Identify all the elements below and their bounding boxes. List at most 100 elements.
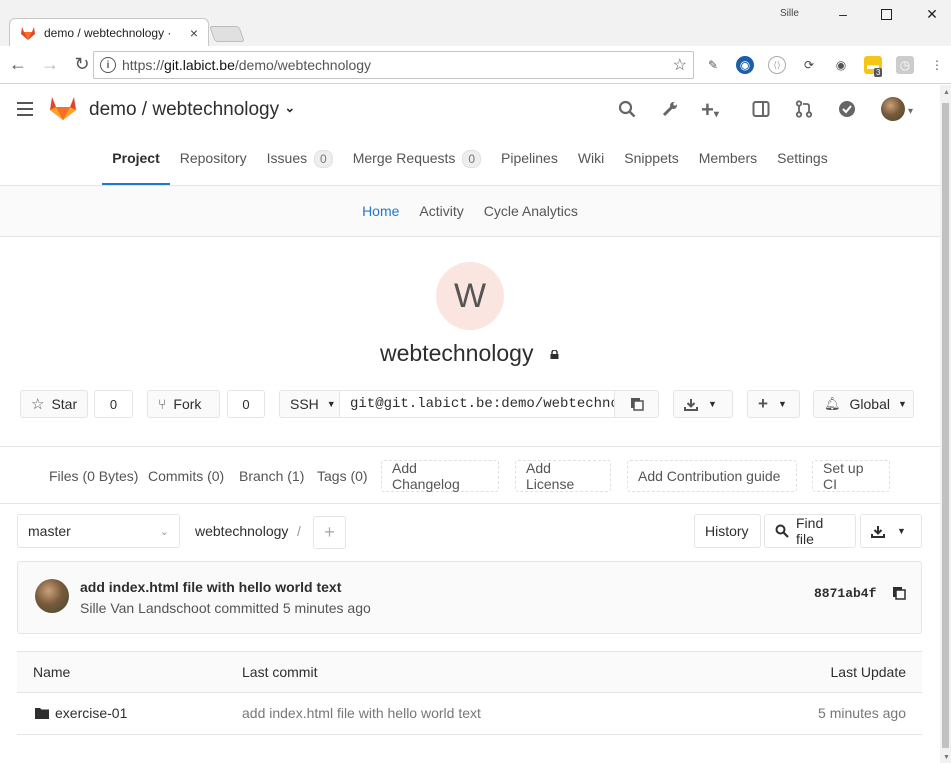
reload-icon[interactable]: ↻	[68, 51, 96, 79]
table-header: Name Last commit Last Update	[17, 651, 922, 693]
site-info-icon[interactable]: i	[100, 57, 116, 73]
browser-tab[interactable]: demo / webtechnology · ×	[9, 18, 209, 46]
star-icon: ☆	[31, 396, 45, 413]
tags-stat-link[interactable]: Tags (0)	[317, 468, 368, 484]
back-icon[interactable]: ←	[4, 51, 32, 79]
subtab-activity[interactable]: Activity	[409, 203, 473, 219]
section-divider	[0, 446, 940, 447]
file-last-commit-link[interactable]: add index.html file with hello world tex…	[242, 705, 481, 721]
download-dropdown-button[interactable]: ▼	[673, 390, 733, 418]
add-license-button[interactable]: Add License	[515, 460, 611, 492]
tab-settings[interactable]: Settings	[767, 135, 838, 185]
setup-ci-button[interactable]: Set up CI	[812, 460, 890, 492]
star-count[interactable]: 0	[94, 390, 133, 418]
add-changelog-button[interactable]: Add Changelog	[381, 460, 499, 492]
download-icon	[871, 525, 885, 538]
history-button[interactable]: History	[694, 514, 761, 548]
tab-repository[interactable]: Repository	[170, 135, 257, 185]
caret-down-icon: ▼	[897, 399, 907, 409]
files-stat-link[interactable]: Files (0 Bytes)	[49, 468, 138, 484]
protocol-dropdown[interactable]: SSH ▼	[279, 390, 340, 418]
gitlab-header: demo / webtechnology ⌄ +▾ ▾	[0, 85, 940, 135]
scrollbar-thumb[interactable]	[942, 103, 949, 748]
tab-close-icon[interactable]: ×	[190, 25, 198, 41]
eyedropper-extension-icon[interactable]: ✎	[704, 56, 722, 74]
add-dropdown-button[interactable]: + ▼	[747, 390, 800, 418]
address-bar[interactable]: i https://git.labict.be/demo/webtechnolo…	[93, 51, 694, 79]
window-close-icon[interactable]: ✕	[922, 4, 942, 24]
fork-count[interactable]: 0	[227, 390, 265, 418]
subtab-home[interactable]: Home	[352, 203, 409, 219]
sidebar-toggle-icon[interactable]	[752, 100, 770, 123]
table-row[interactable]: exercise-01 add index.html file with hel…	[17, 693, 922, 735]
tab-merge-requests[interactable]: Merge Requests 0	[343, 135, 491, 185]
breadcrumb-project-link[interactable]: webtechnology	[195, 523, 288, 539]
protocol-label: SSH	[290, 396, 319, 412]
notification-dropdown[interactable]: 🔔︎ Global ▼	[813, 390, 914, 418]
url-protocol: https://	[122, 57, 165, 73]
merge-requests-count-badge: 0	[462, 150, 482, 168]
forward-icon[interactable]: →	[36, 51, 64, 79]
eye-extension-icon[interactable]: ◉	[832, 56, 850, 74]
bookmark-star-icon[interactable]: ☆	[673, 55, 687, 75]
maximize-icon[interactable]	[876, 4, 896, 24]
commit-author-avatar[interactable]	[35, 579, 69, 613]
new-tab-button[interactable]	[209, 26, 245, 42]
tab-issues[interactable]: Issues 0	[257, 135, 343, 185]
minimize-icon[interactable]: –	[833, 4, 853, 24]
wrench-icon[interactable]	[661, 100, 679, 123]
browser-menu-icon[interactable]: ⋮	[928, 56, 946, 74]
add-to-tree-button[interactable]: +	[313, 516, 346, 549]
star-button[interactable]: ☆ Star	[20, 390, 88, 418]
find-file-button[interactable]: Find file	[764, 514, 856, 548]
tab-project[interactable]: Project	[102, 135, 170, 185]
tab-pipelines[interactable]: Pipelines	[491, 135, 568, 185]
window-user-label: Sille	[780, 8, 799, 19]
todos-check-icon[interactable]	[838, 100, 856, 123]
fork-button[interactable]: ⑂ Fork	[147, 390, 220, 418]
user-avatar-menu[interactable]: ▾	[881, 97, 913, 121]
section-divider	[0, 503, 940, 504]
gitlab-logo-icon[interactable]	[49, 95, 77, 121]
hamburger-menu-icon[interactable]	[17, 102, 33, 116]
scroll-up-icon[interactable]: ▲	[943, 89, 950, 96]
download-icon	[684, 398, 698, 411]
chevron-down-icon: ⌄	[159, 525, 169, 538]
code-extension-icon[interactable]: ⟨⟩	[768, 56, 786, 74]
copy-url-button[interactable]	[614, 390, 659, 418]
commit-title-link[interactable]: add index.html file with hello world tex…	[80, 579, 341, 595]
commits-stat-link[interactable]: Commits (0)	[148, 468, 224, 484]
add-contribution-guide-button[interactable]: Add Contribution guide	[627, 460, 797, 492]
clipboard-icon	[630, 398, 644, 411]
refresh-extension-icon[interactable]: ⟳	[800, 56, 818, 74]
gitlab-favicon-icon	[21, 26, 35, 40]
project-path-title[interactable]: demo / webtechnology ⌄	[89, 99, 295, 121]
extension-badge: 3	[874, 68, 883, 77]
download-archive-button[interactable]: ▼	[860, 514, 922, 548]
commit-sha-link[interactable]: 8871ab4f	[814, 586, 876, 601]
clone-url-input[interactable]: git@git.labict.be:demo/webtechnology.git	[339, 390, 615, 418]
issues-count-badge: 0	[314, 150, 333, 168]
browser-toolbar: ← → ↻ i https://git.labict.be/demo/webte…	[0, 46, 951, 84]
branch-select[interactable]: master ⌄	[17, 514, 180, 548]
tab-members[interactable]: Members	[689, 135, 767, 185]
tab-snippets[interactable]: Snippets	[614, 135, 688, 185]
files-table: Name Last commit Last Update exercise-01…	[17, 651, 922, 735]
clipboard-icon[interactable]	[892, 586, 906, 600]
globe-extension-icon[interactable]: ◉	[736, 56, 754, 74]
tab-pipelines-label: Pipelines	[501, 150, 558, 166]
merge-requests-icon[interactable]	[795, 100, 813, 123]
avatar-chevron-icon: ▾	[908, 105, 914, 117]
clock-extension-icon[interactable]: ◷	[896, 56, 914, 74]
url-host: git.labict.be	[164, 57, 235, 73]
search-icon[interactable]	[618, 100, 636, 123]
file-name-link[interactable]: exercise-01	[55, 705, 127, 721]
project-path-text: demo / webtechnology	[89, 99, 280, 120]
tab-wiki[interactable]: Wiki	[568, 135, 614, 185]
caret-down-icon: ▼	[777, 399, 787, 409]
subtab-cycle-analytics[interactable]: Cycle Analytics	[474, 203, 588, 219]
new-item-plus-icon[interactable]: +▾	[701, 97, 719, 123]
branch-stat-link[interactable]: Branch (1)	[239, 468, 304, 484]
page-scrollbar[interactable]: ▲ ▼	[940, 85, 951, 763]
scroll-down-icon[interactable]: ▼	[943, 754, 950, 761]
